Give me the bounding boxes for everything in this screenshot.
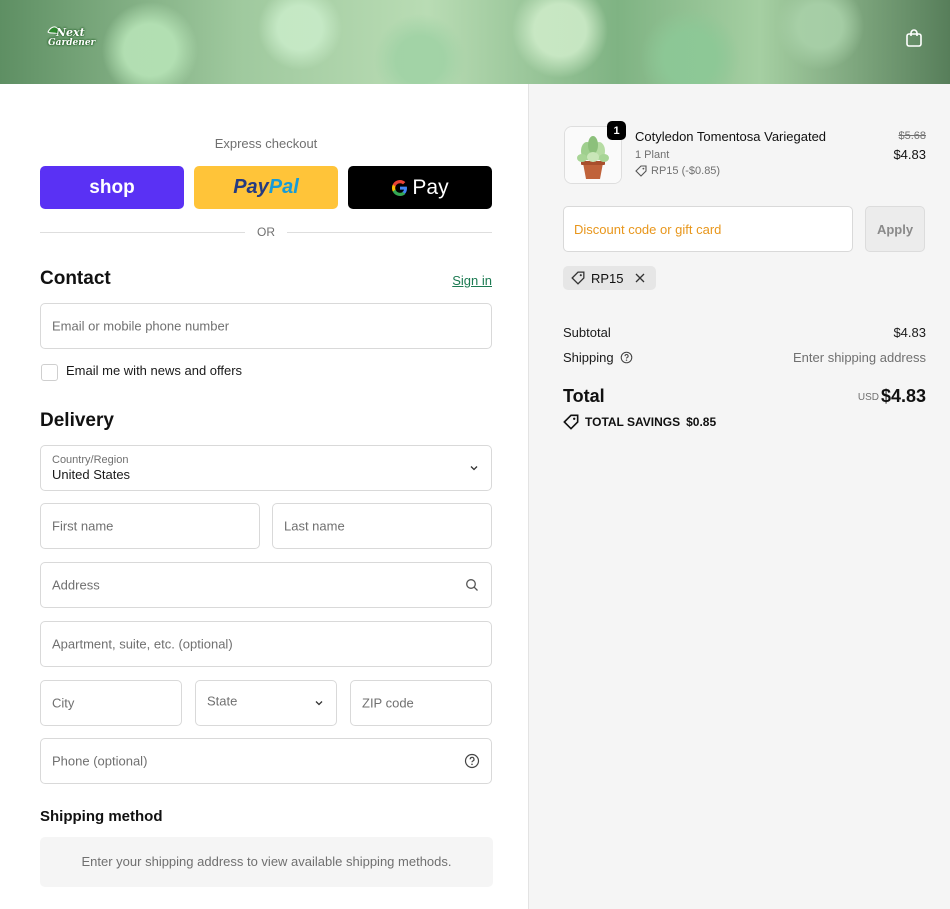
zip-field[interactable]: ZIP code (350, 680, 492, 726)
help-icon[interactable] (464, 753, 480, 769)
divider-line-right (287, 232, 492, 233)
header-banner: Next Gardener (0, 0, 950, 84)
address-placeholder: Address (52, 577, 100, 593)
total-savings: TOTAL SAVINGS $0.85 (563, 414, 716, 430)
state-select[interactable]: State (195, 680, 337, 726)
shipping-row-label: Shipping (563, 350, 633, 365)
subtotal-value: $4.83 (893, 325, 926, 340)
total-savings-label: TOTAL SAVINGS (585, 415, 681, 429)
shop-pay-button[interactable]: shop (40, 166, 184, 209)
google-g-icon (392, 179, 408, 196)
shipping-method-note: Enter your shipping address to view avai… (81, 854, 452, 869)
last-name-field[interactable]: Last name (272, 503, 492, 549)
apply-discount-button[interactable]: Apply (865, 206, 925, 252)
express-checkout-label: Express checkout (214, 136, 318, 151)
shop-pay-label: shop (89, 176, 135, 198)
google-pay-label: Pay (412, 175, 449, 199)
first-name-placeholder: First name (52, 518, 114, 534)
chevron-down-icon (470, 466, 478, 471)
delivery-heading: Delivery (40, 410, 114, 431)
discount-code-placeholder: Discount code or gift card (574, 222, 722, 237)
chevron-down-icon (315, 701, 323, 706)
order-summary: 1 Cotyledon Tomentosa Variegated 1 Plant… (528, 84, 950, 909)
city-field[interactable]: City (40, 680, 182, 726)
shipping-method-notice: Enter your shipping address to view avai… (40, 837, 493, 887)
apartment-placeholder: Apartment, suite, etc. (optional) (52, 636, 233, 652)
phone-field[interactable]: Phone (optional) (40, 738, 492, 784)
shipping-value: Enter shipping address (793, 350, 926, 365)
product-price: $4.83 (893, 147, 926, 162)
email-placeholder: Email or mobile phone number (52, 318, 230, 334)
state-placeholder: State (207, 693, 238, 709)
shipping-label: Shipping (563, 350, 614, 365)
tag-icon (563, 414, 579, 430)
search-icon (466, 579, 478, 591)
first-name-field[interactable]: First name (40, 503, 260, 549)
email-field[interactable]: Email or mobile phone number (40, 303, 492, 349)
product-discount: RP15 (-$0.85) (635, 165, 720, 177)
newsletter-label: Email me with news and offers (66, 363, 243, 378)
tag-icon (571, 271, 585, 285)
apartment-field[interactable]: Apartment, suite, etc. (optional) (40, 621, 492, 667)
address-field[interactable]: Address (40, 562, 492, 608)
checkout-form: Express checkout shop PayPal Pay OR Cont… (0, 84, 528, 909)
product-discount-text: RP15 (-$0.85) (651, 165, 721, 177)
shopping-bag-icon[interactable] (904, 28, 924, 48)
subtotal-label: Subtotal (563, 325, 611, 340)
total-value: $4.83 (880, 386, 926, 406)
newsletter-checkbox[interactable] (41, 364, 58, 381)
total-label: Total (563, 386, 605, 406)
phone-placeholder: Phone (optional) (52, 753, 148, 769)
country-select[interactable]: Country/Region United States (40, 445, 492, 491)
shipping-method-heading: Shipping method (40, 808, 163, 825)
total-currency: USD (857, 392, 879, 403)
applied-discount-chip: RP15 (563, 266, 656, 290)
country-label: Country/Region (52, 454, 129, 466)
or-divider: OR (40, 224, 492, 241)
last-name-placeholder: Last name (284, 518, 345, 534)
paypal-button[interactable]: PayPal (194, 166, 338, 209)
contact-heading: Contact (40, 268, 111, 289)
sign-in-link[interactable]: Sign in (452, 273, 492, 288)
original-price: $5.68 (898, 130, 926, 142)
store-logo[interactable]: Next Gardener (44, 26, 95, 50)
quantity-badge: 1 (607, 121, 626, 140)
zip-placeholder: ZIP code (362, 695, 414, 711)
logo-line1: Next (56, 26, 85, 39)
total-savings-value: $0.85 (686, 415, 717, 429)
logo-line2: Gardener (48, 38, 96, 48)
google-pay-button[interactable]: Pay (348, 166, 492, 209)
product-name: Cotyledon Tomentosa Variegated (635, 129, 827, 144)
discount-code-field[interactable]: Discount code or gift card (563, 206, 853, 252)
city-placeholder: City (52, 695, 75, 711)
applied-discount-code: RP15 (591, 270, 624, 286)
help-icon[interactable] (620, 351, 633, 364)
paypal-label: PayPal (233, 176, 299, 198)
country-value: United States (52, 467, 131, 482)
tag-icon (635, 165, 647, 177)
close-icon[interactable] (634, 272, 646, 284)
product-variant: 1 Plant (635, 149, 670, 161)
